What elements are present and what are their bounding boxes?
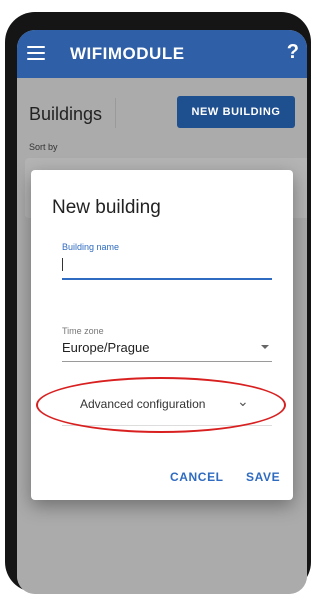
cancel-button[interactable]: CANCEL [170,470,224,484]
divider [115,98,116,128]
app-screen: WIFIMODULE ? Buildings NEW BUILDING Sort… [17,30,307,594]
dialog-title: New building [52,197,161,218]
sort-by-label: Sort by [29,142,58,152]
dropdown-arrow-icon[interactable] [261,345,269,349]
text-cursor [62,258,63,271]
app-bar: WIFIMODULE ? [17,30,307,78]
phone-frame: WIFIMODULE ? Buildings NEW BUILDING Sort… [5,12,311,594]
help-icon[interactable]: ? [287,41,299,64]
page-title: Buildings [29,104,103,124]
time-zone-underline [62,361,272,362]
building-name-input[interactable] [62,278,272,280]
hamburger-menu-icon[interactable] [27,46,45,60]
time-zone-select[interactable]: Europe/Prague [62,340,149,355]
new-building-dialog: New building Building name Time zone Eur… [31,170,293,500]
save-button[interactable]: SAVE [246,470,280,484]
time-zone-label: Time zone [62,326,104,336]
highlight-annotation [36,377,286,433]
new-building-button[interactable]: NEW BUILDING [177,96,295,128]
building-name-label: Building name [62,242,120,252]
app-title: WIFIMODULE [70,44,185,63]
